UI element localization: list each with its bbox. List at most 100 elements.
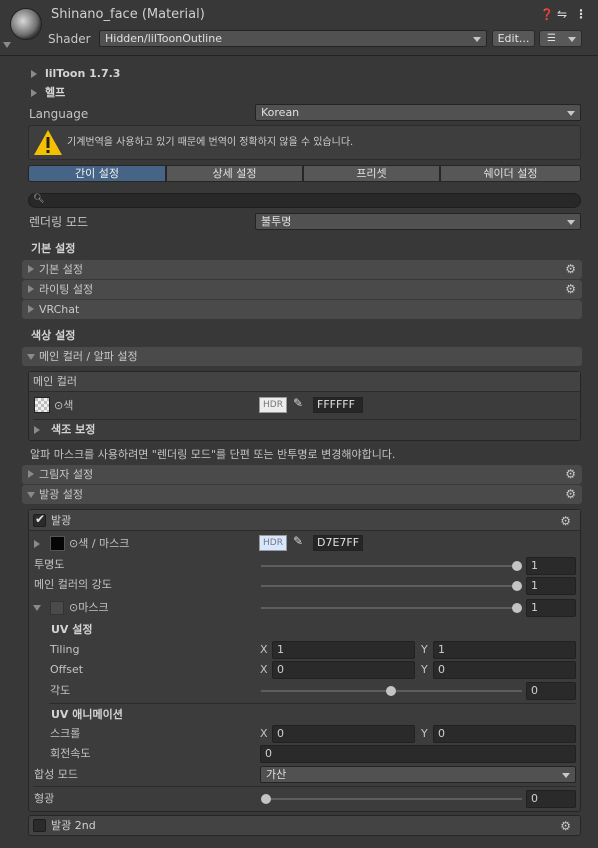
fluorescence-label: 형광 (34, 792, 55, 805)
tiling-x-label: X (260, 643, 268, 656)
mask-input[interactable]: 1 (526, 599, 576, 617)
color-correction-arrow[interactable] (34, 426, 40, 434)
rendering-mode-label: 렌더링 모드 (29, 215, 89, 229)
emission-2nd-label: 발광 2nd (51, 819, 96, 832)
angle-input[interactable]: 0 (526, 682, 576, 700)
tab-advanced[interactable]: 상세 설정 (166, 165, 303, 182)
foldout-arrow-icon (28, 305, 34, 313)
help-foldout[interactable]: 헬프 (45, 86, 65, 100)
gear-icon[interactable]: ⚙ (565, 263, 576, 275)
scroll-label: 스크롤 (50, 727, 81, 740)
mask-slider-knob[interactable] (512, 603, 522, 613)
scroll-y-input[interactable]: 0 (433, 725, 576, 743)
scroll-x-label: X (260, 727, 268, 740)
material-avatar-icon (10, 8, 42, 40)
transparency-slider-knob[interactable] (512, 561, 522, 571)
emission-hex-field[interactable]: D7E7FF (313, 535, 363, 551)
eyedropper-icon[interactable]: ✎ (293, 534, 303, 548)
check-icon: ✔ (35, 512, 46, 526)
transparency-label: 투명도 (34, 558, 65, 571)
search-input[interactable]: 🔍︎ (28, 193, 581, 208)
tab-simple[interactable]: 간이 설정 (28, 165, 166, 182)
tab-shader-settings[interactable]: 쉐이더 설정 (440, 165, 581, 182)
color-label: ⊙색 (54, 399, 74, 412)
emission-checkbox[interactable]: ✔ (33, 512, 46, 527)
intensity-slider-knob[interactable] (512, 581, 522, 591)
gear-icon[interactable]: ⚙ (565, 283, 576, 295)
mask-texture-thumbnail[interactable] (50, 601, 64, 615)
scroll-x-input[interactable]: 0 (272, 725, 415, 743)
liltoon-foldout-arrow[interactable] (31, 70, 37, 78)
chevron-down-icon (562, 773, 570, 778)
language-value: Korean (261, 106, 300, 119)
vrchat-header[interactable]: VRChat (22, 300, 582, 319)
emission-color-mask-label: ⊙색 / 마스크 (69, 537, 130, 550)
color-hex-field[interactable]: FFFFFF (313, 397, 363, 413)
language-dropdown[interactable]: Korean (255, 104, 581, 121)
emission-2nd-bar[interactable]: 발광 2nd ⚙ (28, 815, 581, 836)
color-correction-foldout[interactable]: 색조 보정 (51, 423, 95, 437)
tiling-x-input[interactable]: 1 (272, 641, 415, 659)
offset-x-input[interactable]: 0 (272, 661, 415, 679)
offset-y-input[interactable]: 0 (433, 661, 576, 679)
divider (33, 786, 576, 787)
header-divider (0, 55, 598, 56)
eyedropper-icon[interactable]: ✎ (293, 396, 303, 410)
warning-text: 기계번역을 사용하고 있기 때문에 번역이 정확하지 않을 수 있습니다. (67, 137, 354, 148)
preset-icon[interactable]: ⇋ (557, 7, 567, 21)
gear-icon[interactable]: ⚙ (565, 488, 576, 500)
shadow-settings-header[interactable]: 그림자 설정 ⚙ (22, 465, 582, 484)
foldout-arrow-icon (27, 354, 35, 360)
shader-dropdown[interactable]: Hidden/lilToonOutline (99, 30, 487, 47)
texture-thumbnail[interactable] (34, 397, 50, 413)
liltoon-foldout[interactable]: lilToon 1.7.3 (45, 67, 120, 81)
lighting-settings-header[interactable]: 라이팅 설정 ⚙ (22, 280, 582, 299)
inspector-collapse-icon[interactable] (3, 42, 11, 48)
emission-color-foldout-arrow[interactable] (34, 540, 40, 548)
transparency-input[interactable]: 1 (526, 557, 576, 575)
transparency-slider-track[interactable] (261, 565, 518, 567)
tiling-y-label: Y (421, 643, 428, 656)
hdr-color-swatch[interactable]: HDR (259, 397, 287, 413)
help-foldout-arrow[interactable] (31, 89, 37, 97)
emission-toggle-label: 발광 (51, 514, 72, 527)
blend-mode-dropdown[interactable]: 가산 (260, 766, 576, 783)
shader-label: Shader (48, 32, 91, 46)
rotation-speed-input[interactable]: 0 (260, 745, 576, 763)
basic-settings-header[interactable]: 기본 설정 ⚙ (22, 260, 582, 279)
emission-title-bar (29, 510, 580, 531)
fluorescence-slider-knob[interactable] (261, 794, 271, 804)
chevron-down-icon (473, 37, 481, 42)
mask-slider-track[interactable] (261, 607, 518, 609)
search-icon: 🔍︎ (33, 194, 45, 204)
help-icon[interactable]: ❓ (540, 8, 554, 22)
uv-animation-title: UV 애니메이션 (51, 708, 123, 721)
rendering-mode-dropdown[interactable]: 불투명 (255, 213, 581, 230)
gear-icon[interactable]: ⚙ (560, 820, 571, 832)
tiling-label: Tiling (50, 643, 80, 656)
fluorescence-slider-track[interactable] (261, 798, 522, 800)
main-color-intensity-label: 메인 컬러의 강도 (34, 578, 112, 591)
main-color-alpha-header[interactable]: 메인 컬러 / 알파 설정 (22, 347, 582, 366)
menu-icon[interactable]: ⋮ (575, 7, 587, 21)
fluorescence-input[interactable]: 0 (526, 790, 576, 808)
mask-foldout-arrow[interactable] (33, 605, 41, 611)
angle-label: 각도 (50, 684, 71, 697)
edit-shader-button[interactable]: Edit... (492, 30, 535, 47)
intensity-input[interactable]: 1 (526, 577, 576, 595)
gear-icon[interactable]: ⚙ (565, 468, 576, 480)
emission-hdr-swatch[interactable]: HDR (259, 535, 287, 551)
tiling-y-input[interactable]: 1 (433, 641, 576, 659)
language-label: Language (29, 107, 89, 121)
gear-icon[interactable]: ⚙ (560, 515, 571, 527)
tab-presets[interactable]: 프리셋 (303, 165, 440, 182)
emission-settings-header[interactable]: 발광 설정 ⚙ (22, 485, 582, 504)
emission-2nd-checkbox[interactable] (33, 819, 46, 832)
intensity-slider-track[interactable] (261, 585, 518, 587)
uv-settings-title: UV 설정 (51, 623, 93, 636)
rotation-speed-label: 회전속도 (50, 747, 91, 760)
shader-options-button[interactable]: ☰ (539, 30, 582, 47)
angle-slider-knob[interactable] (386, 686, 396, 696)
main-color-title: 메인 컬러 (33, 375, 77, 388)
emission-texture-thumbnail[interactable] (50, 536, 65, 551)
